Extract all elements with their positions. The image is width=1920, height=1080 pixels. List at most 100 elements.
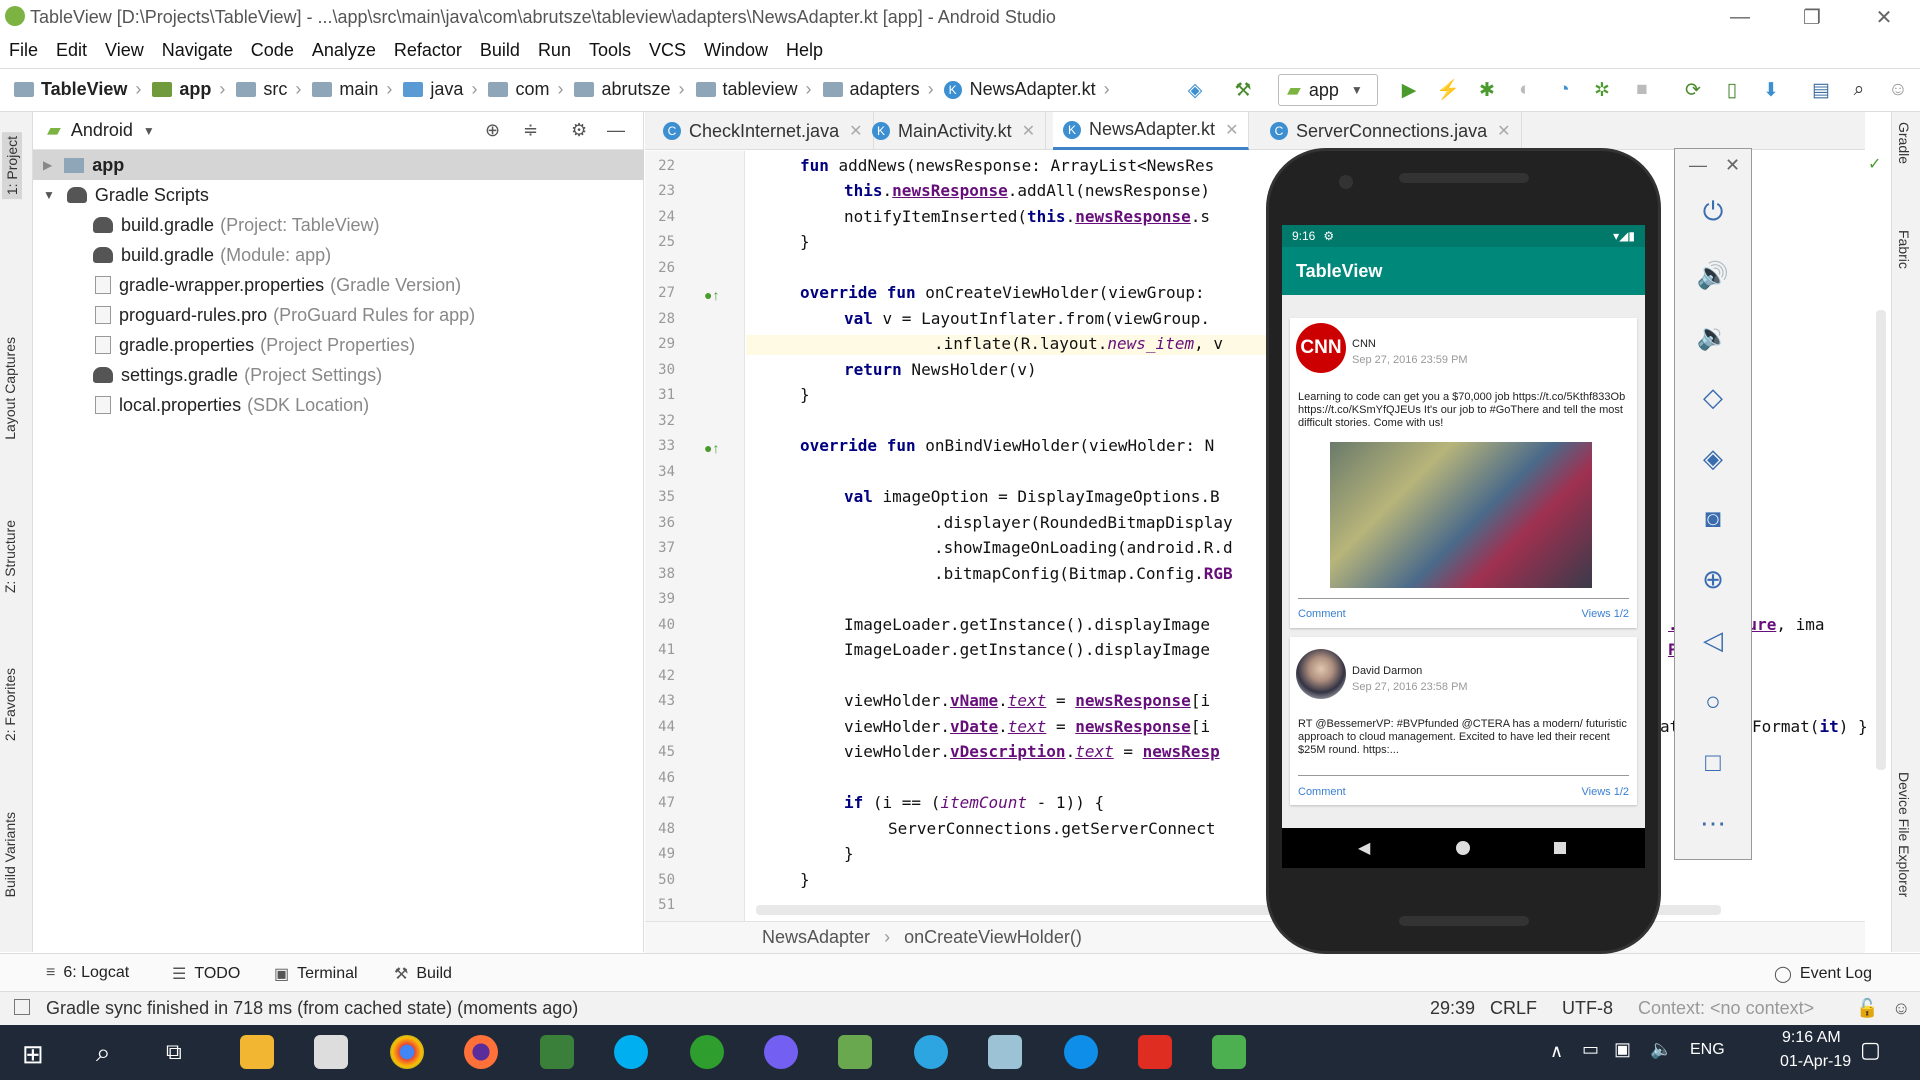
project-view-select[interactable]: Android (71, 120, 133, 141)
tab-serverconnections[interactable]: C ServerConnections.java ✕ (1260, 112, 1522, 150)
menu-edit[interactable]: Edit (56, 40, 87, 61)
menu-tools[interactable]: Tools (589, 40, 631, 61)
skype-icon[interactable] (614, 1035, 648, 1069)
breadcrumb-file[interactable]: K NewsAdapter.kt › (938, 79, 1110, 100)
minimize-icon[interactable]: — (1689, 155, 1707, 176)
file-encoding[interactable]: UTF-8 (1562, 998, 1613, 1019)
volume-down-icon[interactable]: 🔉 (1696, 319, 1730, 353)
logcat-button[interactable]: ≡ 6: Logcat (46, 964, 129, 982)
tab-gradle[interactable]: Gradle (1896, 122, 1912, 164)
account-icon[interactable]: ☺ (1887, 79, 1909, 101)
breadcrumb-src[interactable]: src › (229, 79, 301, 100)
project-structure-icon[interactable]: ▤ (1810, 79, 1832, 101)
overview-icon[interactable] (1554, 842, 1566, 854)
menu-file[interactable]: File (9, 40, 38, 61)
close-button[interactable]: ✕ (1848, 0, 1920, 34)
status-message[interactable]: Gradle sync finished in 718 ms (from cac… (46, 998, 578, 1019)
home-icon[interactable]: ○ (1696, 684, 1730, 718)
menu-view[interactable]: View (105, 40, 144, 61)
maximize-button[interactable]: ❐ (1776, 0, 1848, 34)
build-button[interactable]: ⚒ Build (394, 964, 452, 984)
menu-window[interactable]: Window (704, 40, 768, 61)
comment-link[interactable]: Comment (1298, 608, 1346, 620)
emulator-taskbar-icon[interactable] (1212, 1035, 1246, 1069)
notifications-icon[interactable]: ▢ (1860, 1037, 1881, 1063)
menu-navigate[interactable]: Navigate (162, 40, 233, 61)
make-project-icon[interactable]: ⚒ (1232, 79, 1254, 101)
menu-analyze[interactable]: Analyze (312, 40, 376, 61)
zoom-icon[interactable]: ⊕ (1696, 562, 1730, 596)
collapse-icon[interactable]: ≑ (523, 120, 538, 141)
breadcrumb-app[interactable]: app › (145, 79, 225, 100)
menu-build[interactable]: Build (480, 40, 520, 61)
close-icon[interactable]: ✕ (1225, 120, 1238, 140)
line-separator[interactable]: CRLF (1490, 998, 1537, 1019)
windows-start-icon[interactable]: ⊞ (22, 1039, 44, 1070)
tab-newsadapter[interactable]: K NewsAdapter.kt ✕ (1053, 112, 1250, 150)
tab-layout-captures[interactable]: Layout Captures (2, 337, 18, 440)
back-icon[interactable]: ◀ (1358, 838, 1370, 858)
image-viewer-icon[interactable] (838, 1035, 872, 1069)
tree-item-gradle-scripts[interactable]: ▼ Gradle Scripts (33, 180, 644, 210)
calculator-icon[interactable] (314, 1035, 348, 1069)
avd-manager-icon[interactable]: ▯ (1721, 79, 1743, 101)
locate-icon[interactable]: ⊕ (485, 120, 500, 141)
volume-up-icon[interactable]: 🔊 (1696, 258, 1730, 292)
gear-icon[interactable]: ⚙ (571, 120, 587, 141)
attach-debugger-icon[interactable]: ✲ (1591, 79, 1613, 101)
task-view-icon[interactable]: ⧉ (166, 1039, 182, 1065)
chevron-up-icon[interactable]: ∧ (1550, 1041, 1563, 1062)
firefox-icon[interactable] (464, 1035, 498, 1069)
acrobat-icon[interactable] (1138, 1035, 1172, 1069)
tab-structure[interactable]: Z: Structure (2, 520, 18, 593)
file-explorer-icon[interactable] (240, 1035, 274, 1069)
tree-item-local-properties[interactable]: local.properties (SDK Location) (33, 390, 644, 420)
sync-layers-icon[interactable]: ◈ (1184, 79, 1206, 101)
camera-icon[interactable]: ◙ (1696, 501, 1730, 535)
overview-icon[interactable]: □ (1696, 745, 1730, 779)
teamviewer-icon[interactable] (1064, 1035, 1098, 1069)
news-card[interactable]: David Darmon Sep 27, 2016 23:58 PM RT @B… (1290, 637, 1637, 805)
breadcrumb-project[interactable]: TableView › (14, 79, 141, 100)
tab-device-file-explorer[interactable]: Device File Explorer (1896, 772, 1912, 897)
breadcrumb-com[interactable]: com › (481, 79, 563, 100)
viber-icon[interactable] (764, 1035, 798, 1069)
breadcrumb-class[interactable]: NewsAdapter (762, 927, 870, 948)
tree-item-build-gradle-project[interactable]: build.gradle (Project: TableView) (33, 210, 644, 240)
menu-vcs[interactable]: VCS (649, 40, 686, 61)
tree-item-app[interactable]: ▶ app (33, 150, 644, 180)
tree-item-gradle-wrapper[interactable]: gradle-wrapper.properties (Gradle Version… (33, 270, 644, 300)
language-indicator[interactable]: ENG (1690, 1041, 1725, 1059)
tree-item-settings-gradle[interactable]: settings.gradle (Project Settings) (33, 360, 644, 390)
close-icon[interactable]: ✕ (1725, 155, 1740, 176)
icq-icon[interactable] (690, 1035, 724, 1069)
coverage-icon[interactable]: ◐ (1514, 79, 1536, 101)
battery-icon[interactable]: ▭ (1582, 1039, 1599, 1060)
minimize-button[interactable]: — (1704, 0, 1776, 34)
profile-icon[interactable]: ◔ (1553, 79, 1575, 101)
hide-icon[interactable]: — (607, 120, 625, 141)
menu-code[interactable]: Code (251, 40, 294, 61)
breadcrumb-adapters[interactable]: adapters › (816, 79, 934, 100)
menu-refactor[interactable]: Refactor (394, 40, 462, 61)
breadcrumb-abrutsze[interactable]: abrutsze › (567, 79, 685, 100)
power-icon[interactable]: ⏻ (1696, 195, 1730, 229)
lock-icon[interactable]: 🔓 (1856, 998, 1878, 1019)
tab-build-variants[interactable]: Build Variants (2, 812, 18, 897)
home-icon[interactable] (1456, 841, 1470, 855)
status-toggle-icon[interactable] (14, 999, 30, 1015)
terminal-button[interactable]: ▣ Terminal (274, 964, 358, 984)
close-icon[interactable]: ✕ (849, 121, 862, 141)
more-icon[interactable]: ⋯ (1696, 806, 1730, 840)
notes-icon[interactable] (988, 1035, 1022, 1069)
override-marker-icon[interactable]: ●↑ (704, 287, 719, 303)
search-icon[interactable]: ⌕ (96, 1037, 111, 1069)
close-icon[interactable]: ✕ (1022, 121, 1035, 141)
tab-fabric[interactable]: Fabric (1896, 230, 1912, 269)
breadcrumb-main[interactable]: main › (305, 79, 392, 100)
search-icon[interactable]: ⌕ (1848, 79, 1870, 101)
tab-project[interactable]: 1: Project (2, 132, 22, 200)
tree-item-proguard[interactable]: proguard-rules.pro (ProGuard Rules for ap… (33, 300, 644, 330)
run-config-select[interactable]: ▰ app ▼ (1278, 74, 1378, 106)
sdk-manager-icon[interactable]: ⬇ (1760, 79, 1782, 101)
